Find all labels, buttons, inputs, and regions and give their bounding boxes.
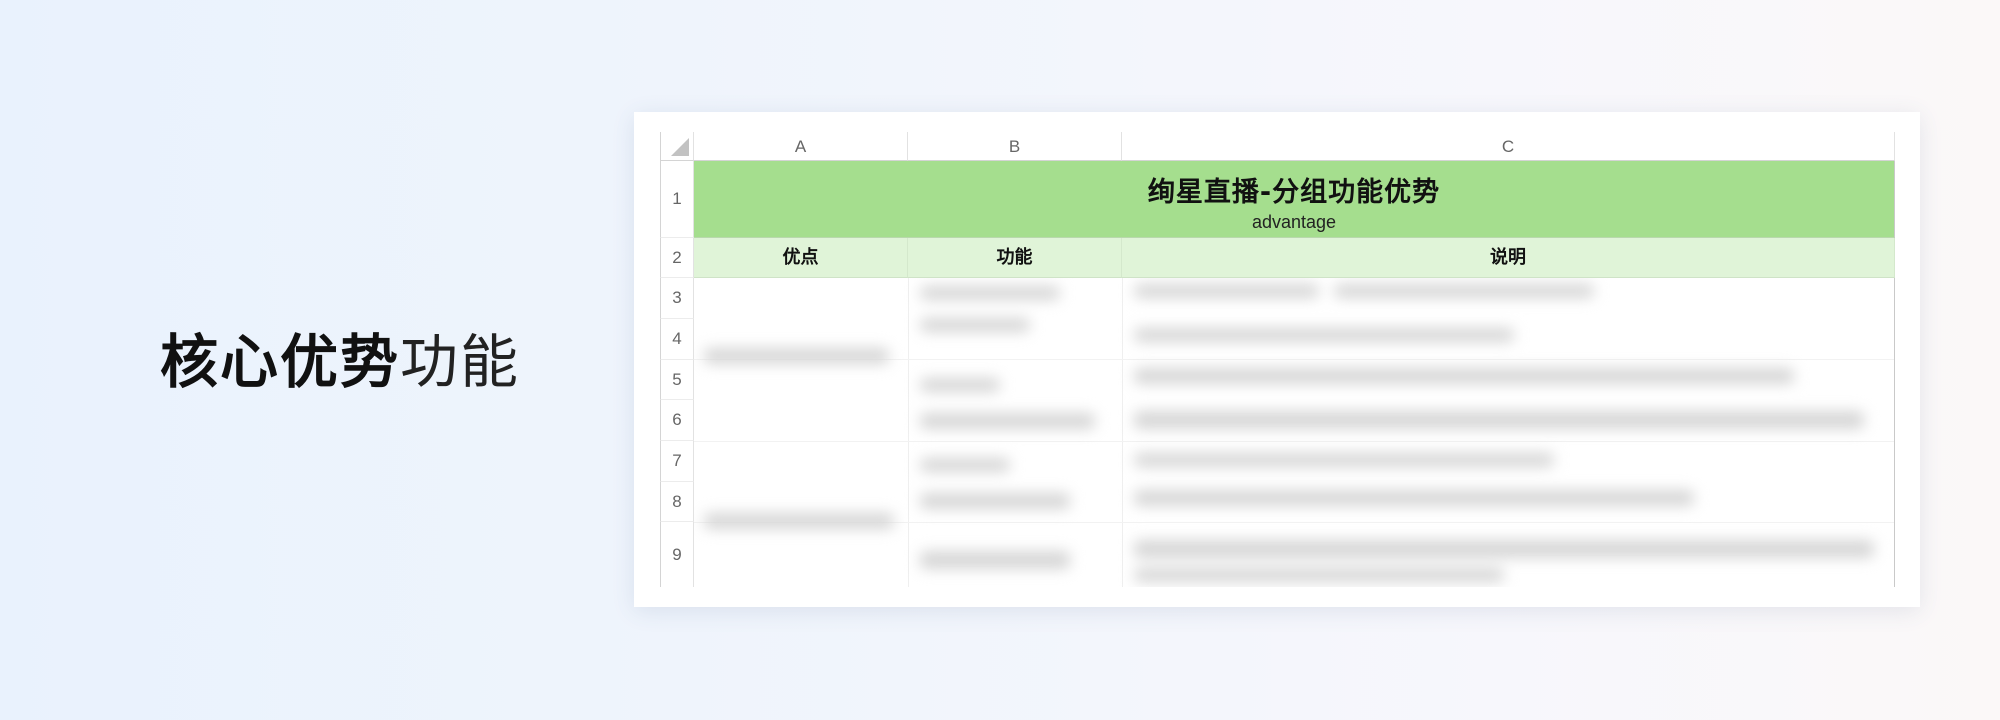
header-cell-feature[interactable]: 功能 [908, 238, 1122, 278]
sheet-subtitle: advantage [1251, 212, 1337, 232]
column-header-c[interactable]: C [1122, 132, 1895, 161]
row-header-4[interactable]: 4 [660, 319, 694, 360]
select-all-corner[interactable] [660, 132, 694, 161]
header-cell-description[interactable]: 说明 [1122, 238, 1895, 278]
row-header-3[interactable]: 3 [660, 278, 694, 319]
row-header-2[interactable]: 2 [660, 238, 694, 278]
section-headline: 核心优势功能 [160, 322, 520, 402]
spreadsheet-card: A B C 1 2 3 4 5 6 7 8 9 绚星直播-分组功能优势 adva… [634, 112, 1920, 607]
title-cell[interactable]: 绚星直播-分组功能优势 advantage [694, 161, 1895, 238]
headline-bold: 核心优势 [160, 328, 401, 396]
blurred-content-area [694, 278, 1895, 587]
headline-light: 功能 [400, 328, 521, 396]
column-header-b[interactable]: B [908, 132, 1122, 161]
blurred-text-placeholder [694, 278, 1894, 587]
row-header-5[interactable]: 5 [660, 360, 694, 400]
row-header-6[interactable]: 6 [660, 400, 694, 441]
column-header-a[interactable]: A [694, 132, 908, 161]
spreadsheet: A B C 1 2 3 4 5 6 7 8 9 绚星直播-分组功能优势 adva… [660, 132, 1895, 587]
row-header-7[interactable]: 7 [660, 441, 694, 482]
row-header-8[interactable]: 8 [660, 482, 694, 522]
sheet-title: 绚星直播-分组功能优势 [1147, 177, 1441, 208]
row-header-9[interactable]: 9 [660, 522, 694, 587]
row-header-1[interactable]: 1 [660, 161, 694, 238]
corner-triangle-icon [671, 138, 689, 156]
header-cell-advantage[interactable]: 优点 [694, 238, 908, 278]
